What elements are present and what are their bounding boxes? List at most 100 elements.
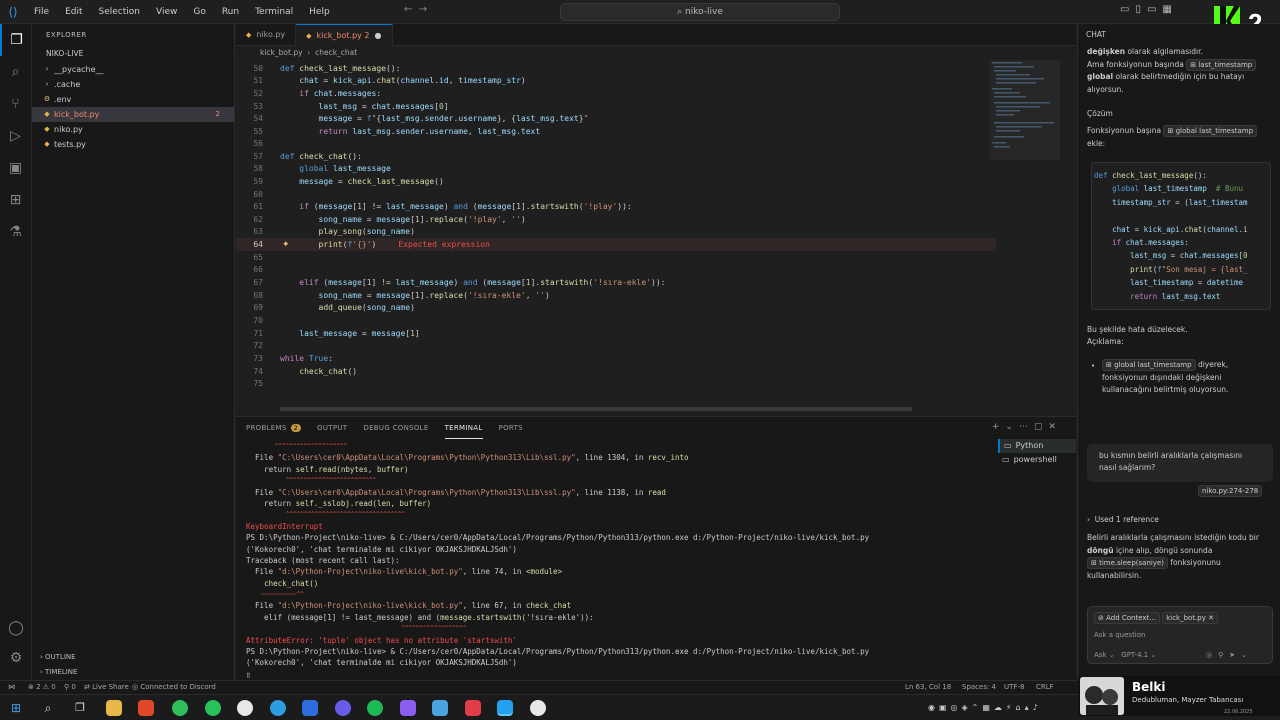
workspace-root[interactable]: NIKO-LIVE: [32, 46, 234, 62]
tree-item-tests[interactable]: ◆ tests.py: [32, 137, 234, 152]
code-line: 67 elif (message[1] != last_message) and…: [253, 278, 666, 287]
run-debug-icon[interactable]: ▷: [0, 120, 31, 152]
errors-count: 2: [36, 683, 41, 691]
terminal-output[interactable]: ^^^^^^^^^^^^^^^^^^^^ File "C:\Users\cer0…: [246, 441, 990, 681]
tab-ports[interactable]: PORTS: [499, 417, 523, 439]
layout-controls-icon[interactable]: ▭▯▭▦: [1120, 4, 1178, 15]
tab-problems[interactable]: PROBLEMS 2: [246, 417, 302, 439]
ports-status[interactable]: ⚲ 0: [64, 683, 76, 691]
command-center-search[interactable]: ⌕ niko-live: [560, 3, 840, 21]
whatsapp-beta-icon[interactable]: [205, 700, 221, 716]
windows-start-icon[interactable]: ⊞: [8, 700, 24, 716]
spotify-icon[interactable]: [367, 700, 383, 716]
zoom-icon[interactable]: [302, 700, 318, 716]
mode-selector[interactable]: Ask: [1094, 651, 1107, 659]
menu-help[interactable]: Help: [301, 0, 338, 24]
used-references[interactable]: › Used 1 reference: [1087, 514, 1273, 527]
menu-file[interactable]: File: [26, 0, 57, 24]
app-cube-icon[interactable]: [432, 700, 448, 716]
menu-terminal[interactable]: Terminal: [247, 0, 301, 24]
chat-code-block[interactable]: def check_last_message(): global last_ti…: [1091, 162, 1271, 310]
chat-heading: Çözüm: [1087, 109, 1113, 118]
remote-icon[interactable]: ⋈: [8, 683, 15, 691]
slack-icon[interactable]: [237, 700, 253, 716]
menu-go[interactable]: Go: [185, 0, 213, 24]
timeline-section[interactable]: › TIMELINE: [32, 665, 235, 680]
tab-debug-console[interactable]: DEBUG CONSOLE: [363, 417, 428, 439]
add-context-button[interactable]: ⊘ Add Context...: [1094, 612, 1160, 624]
bullet-dot-icon: •: [1091, 362, 1096, 370]
task-view-icon[interactable]: ❐: [72, 700, 88, 716]
encoding[interactable]: UTF-8: [1004, 683, 1024, 691]
reference-chip[interactable]: niko.py:274-278: [1198, 485, 1274, 498]
code-chip[interactable]: ⊞ last_timestamp: [1186, 58, 1257, 71]
tab-output[interactable]: OUTPUT: [317, 417, 347, 439]
outline-section[interactable]: › OUTLINE: [32, 650, 235, 665]
file-explorer-icon[interactable]: [106, 700, 122, 716]
panel-actions-icon[interactable]: +⌄⋯▢✕: [992, 422, 1062, 432]
windows-taskbar: ⊞ ⌕ ❐ ◉▣◎◈⌃▦☁⚡⌂▴♪: [0, 694, 1078, 720]
chat-input-field[interactable]: Ask a question: [1094, 631, 1145, 639]
menu-edit[interactable]: Edit: [57, 0, 90, 24]
extensions-icon[interactable]: ⊞: [0, 184, 31, 216]
terminal-item-powershell[interactable]: ▭ powershell: [998, 453, 1076, 467]
cursor-position[interactable]: Ln 63, Col 18: [905, 683, 951, 691]
editor-horizontal-scrollbar[interactable]: [280, 407, 912, 411]
discord-app-icon[interactable]: [335, 700, 351, 716]
breadcrumb-file[interactable]: kick_bot.py: [260, 48, 303, 57]
brave-browser-icon[interactable]: [138, 700, 154, 716]
telegram-icon[interactable]: [270, 700, 286, 716]
menu-view[interactable]: View: [148, 0, 185, 24]
source-control-icon[interactable]: ⑂: [0, 88, 31, 120]
code-chip[interactable]: ⊞ global last_timestamp: [1102, 359, 1196, 371]
indentation[interactable]: Spaces: 4: [962, 683, 996, 691]
menu-selection[interactable]: Selection: [91, 0, 148, 24]
tree-item-kick-bot[interactable]: ◆ kick_bot.py 2: [32, 107, 234, 122]
taskbar-search-icon[interactable]: ⌕: [40, 700, 56, 716]
terminal-line: ('Kokorech0', 'chat terminalde mi cikiyo…: [246, 544, 517, 554]
remote-explorer-icon[interactable]: ▣: [0, 152, 31, 184]
nav-arrows-icon[interactable]: ← →: [404, 4, 427, 15]
chat-title: CHAT: [1086, 30, 1107, 39]
code-editor[interactable]: 50 def check_last_message(): 51 chat = ki…: [236, 60, 1076, 411]
context-file-chip[interactable]: kick_bot.py ✕: [1162, 612, 1218, 624]
tree-item-pycache[interactable]: › __pycache__: [32, 62, 234, 77]
chat-input-box[interactable]: ⊘ Add Context... kick_bot.py ✕ Ask a que…: [1087, 606, 1273, 664]
settings-gear-icon[interactable]: ⚙: [0, 650, 32, 666]
code-chip[interactable]: ⊞ time.sleep(saniye): [1087, 557, 1169, 569]
terminal-cursor: ▯: [246, 669, 251, 679]
system-tray-icons[interactable]: ◉▣◎◈⌃▦☁⚡⌂▴♪: [928, 703, 1042, 712]
breadcrumb-symbol[interactable]: check_chat: [315, 48, 357, 57]
discord-status[interactable]: ◎ Connected to Discord: [132, 683, 216, 691]
adobe-icon[interactable]: [465, 700, 481, 716]
menu-run[interactable]: Run: [214, 0, 247, 24]
code-chip[interactable]: ⊞ global last_timestamp: [1163, 125, 1258, 137]
tree-item-env[interactable]: ⚙ .env: [32, 92, 234, 107]
code-chip-label: global last_timestamp: [1175, 127, 1254, 135]
whatsapp-icon[interactable]: [172, 700, 188, 716]
vpn-icon[interactable]: [400, 700, 416, 716]
minimap[interactable]: [990, 60, 1060, 160]
explorer-icon[interactable]: ❐: [0, 24, 31, 56]
lightbulb-icon[interactable]: ✦: [282, 240, 290, 250]
tree-item-niko[interactable]: ◆ niko.py: [32, 122, 234, 137]
track-artist: Dedubluman, Mayzer Tabancası: [1132, 696, 1244, 704]
live-share-status[interactable]: ⇄ Live Share: [84, 683, 129, 691]
testing-icon[interactable]: ⚗: [0, 216, 31, 248]
chatgpt-icon[interactable]: [530, 700, 546, 716]
tab-niko[interactable]: ◆ niko.py: [236, 24, 297, 46]
problems-status[interactable]: ⊗ 2 ⚠ 0: [28, 683, 56, 691]
unsaved-dot-icon[interactable]: ●: [375, 25, 382, 47]
outline-label: OUTLINE: [45, 653, 76, 661]
terminal-item-python[interactable]: ▭ Python: [998, 439, 1076, 453]
tree-item-cache[interactable]: › .cache: [32, 77, 234, 92]
account-icon[interactable]: ◯: [0, 620, 32, 636]
bottom-panel: PROBLEMS 2 OUTPUT DEBUG CONSOLE TERMINAL…: [236, 416, 1076, 680]
search-icon[interactable]: ⌕: [0, 56, 31, 88]
tab-terminal[interactable]: TERMINAL: [444, 417, 483, 439]
line-ending[interactable]: CRLF: [1036, 683, 1054, 691]
model-selector[interactable]: GPT-4.1: [1121, 651, 1148, 659]
tab-kick-bot[interactable]: ◆ kick_bot.py 2 ●: [296, 24, 393, 47]
vscode-taskbar-icon[interactable]: [497, 700, 513, 716]
send-controls-icon[interactable]: ◎⚲➤⌄: [1206, 651, 1253, 659]
